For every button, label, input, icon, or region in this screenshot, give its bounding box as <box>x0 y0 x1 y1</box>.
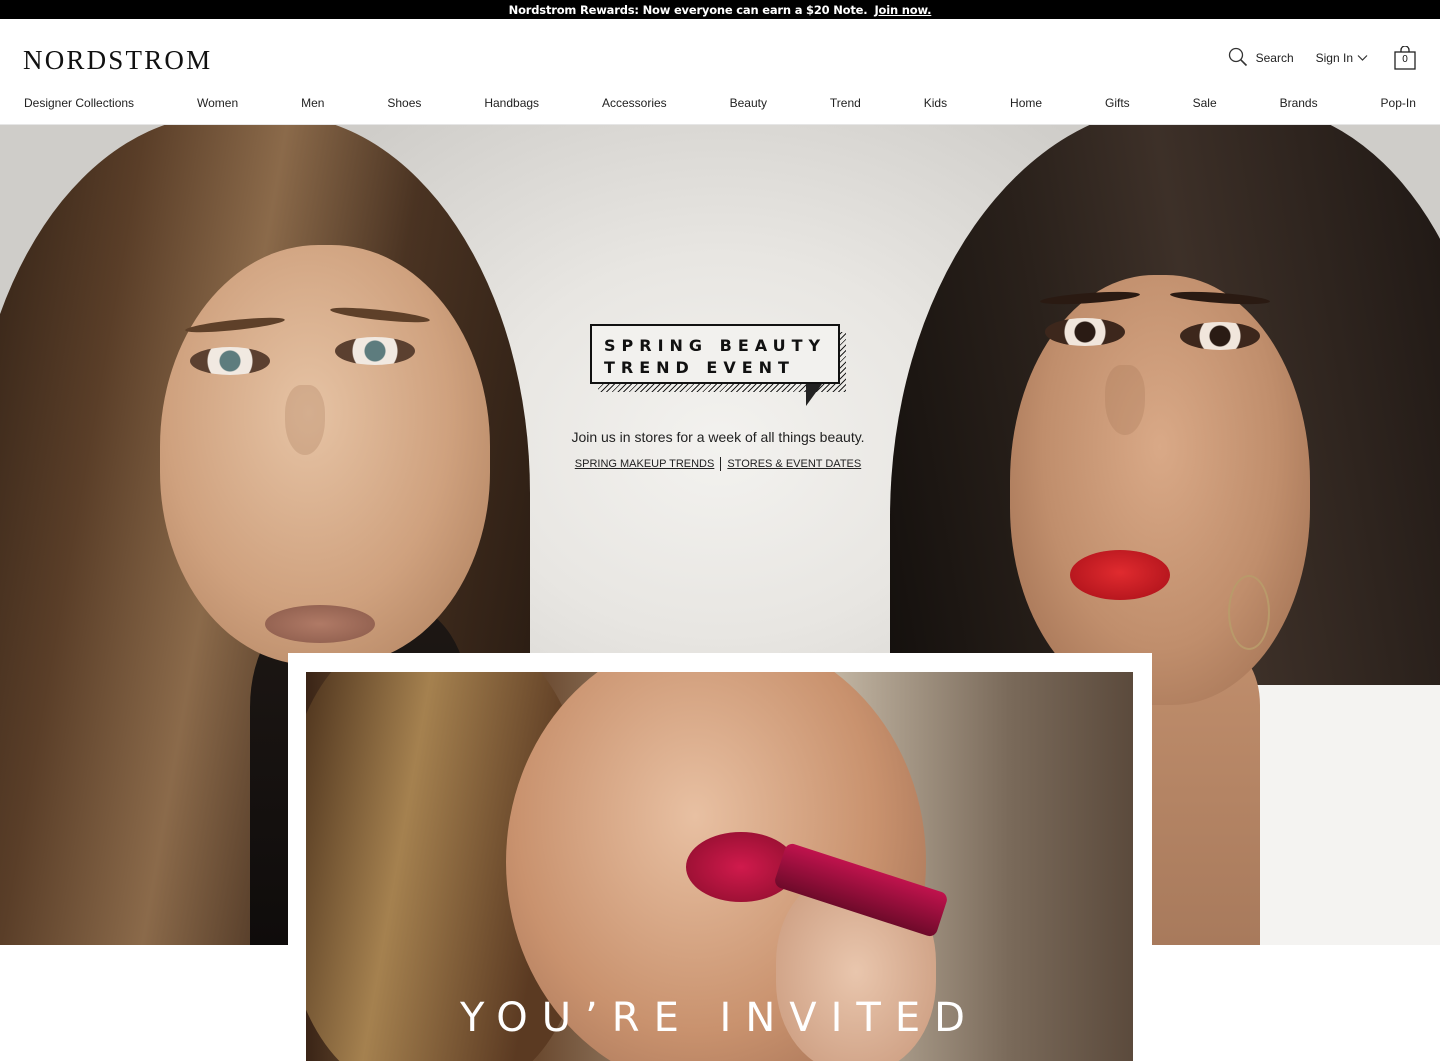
hero-links: SPRING MAKEUP TRENDS STORES & EVENT DATE… <box>0 457 1436 471</box>
nav-item-women[interactable]: Women <box>197 96 238 110</box>
search-button[interactable]: Search <box>1228 47 1294 70</box>
left-model-face <box>160 245 490 665</box>
event-logo: SPRING BEAUTY TREND EVENT <box>590 324 840 384</box>
hero-subtitle: Join us in stores for a week of all thin… <box>571 429 865 445</box>
search-icon <box>1228 47 1248 70</box>
promo-bar: Nordstrom Rewards: Now everyone can earn… <box>0 0 1440 19</box>
nav-item-designer-collections[interactable]: Designer Collections <box>24 96 134 110</box>
event-title: SPRING BEAUTY TREND EVENT <box>592 335 838 379</box>
shopping-bag-button[interactable]: 0 <box>1394 45 1416 70</box>
right-model-nose <box>1105 365 1145 435</box>
nav-item-gifts[interactable]: Gifts <box>1105 96 1130 110</box>
left-model-lips <box>265 605 375 643</box>
left-model-eye <box>190 347 270 375</box>
nav-item-handbags[interactable]: Handbags <box>484 96 539 110</box>
invite-title: YOU’RE INVITED <box>460 995 979 1041</box>
right-model-eye <box>1045 318 1125 346</box>
header-utilities: Search Sign In 0 <box>1228 45 1416 70</box>
sign-in-button[interactable]: Sign In <box>1316 51 1368 65</box>
promo-join-link[interactable]: Join now. <box>874 3 931 17</box>
event-title-line2: TREND EVENT <box>604 358 795 377</box>
nav-item-brands[interactable]: Brands <box>1280 96 1318 110</box>
nav-item-trend[interactable]: Trend <box>830 96 861 110</box>
nordstrom-logo[interactable]: NORDSTROM <box>23 45 212 76</box>
nav-item-shoes[interactable]: Shoes <box>387 96 421 110</box>
event-logo-tail <box>806 384 822 406</box>
nav-item-home[interactable]: Home <box>1010 96 1042 110</box>
link-divider <box>720 457 722 471</box>
sign-in-label: Sign In <box>1315 51 1353 65</box>
event-title-line1: SPRING BEAUTY <box>604 336 827 355</box>
stores-event-dates-link[interactable]: STORES & EVENT DATES <box>727 458 861 470</box>
nav-item-sale[interactable]: Sale <box>1193 96 1217 110</box>
nav-item-accessories[interactable]: Accessories <box>602 96 667 110</box>
chevron-down-icon <box>1357 51 1368 65</box>
bag-count: 0 <box>1402 54 1408 65</box>
spring-makeup-trends-link[interactable]: SPRING MAKEUP TRENDS <box>575 458 715 470</box>
nav-item-beauty[interactable]: Beauty <box>730 96 767 110</box>
hoop-earring <box>1228 575 1270 650</box>
nav-item-kids[interactable]: Kids <box>924 96 947 110</box>
right-model-eye <box>1180 322 1260 350</box>
left-model-eye <box>335 337 415 365</box>
site-header: NORDSTROM Search Sign In 0 Designer Coll… <box>0 19 1440 125</box>
nav-item-men[interactable]: Men <box>301 96 324 110</box>
nav-item-pop-in[interactable]: Pop-In <box>1381 96 1416 110</box>
promo-text: Nordstrom Rewards: Now everyone can earn… <box>508 2 868 17</box>
search-label: Search <box>1255 51 1294 65</box>
right-model-lips <box>1070 550 1170 600</box>
main-nav: Designer Collections Women Men Shoes Handbag… <box>24 96 1416 110</box>
